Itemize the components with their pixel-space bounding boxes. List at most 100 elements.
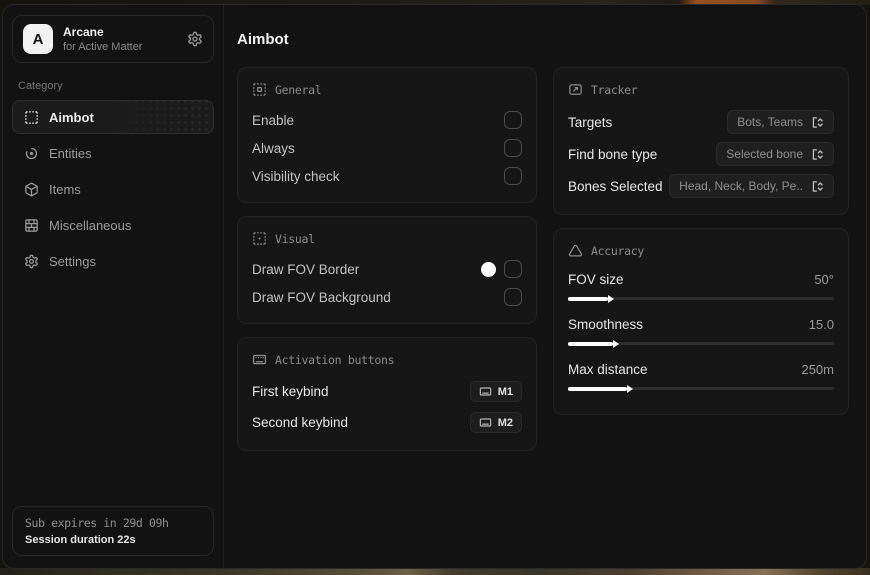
sidebar: A Arcane for Active Matter Category Aimb… — [3, 5, 224, 568]
visual-card: Visual Draw FOV Border Draw FOV Backgrou… — [237, 216, 537, 324]
dropdown-value: Bots, Teams — [737, 115, 803, 129]
sidebar-item-miscellaneous[interactable]: Miscellaneous — [12, 208, 214, 242]
setting-label: Draw FOV Background — [252, 289, 391, 305]
brand-card: A Arcane for Active Matter — [12, 15, 214, 63]
scan-eye-icon — [24, 146, 39, 161]
slider-header: FOV size 50° — [568, 267, 834, 291]
settings-gear-button[interactable] — [187, 31, 203, 47]
scan-icon — [252, 82, 267, 97]
sidebar-item-label: Aimbot — [49, 109, 94, 125]
setting-label: Smoothness — [568, 316, 644, 332]
sidebar-item-label: Items — [49, 181, 81, 197]
setting-label: Max distance — [568, 361, 648, 377]
slider-value: 250m — [801, 361, 834, 377]
app-name: Arcane — [63, 25, 104, 39]
sidebar-item-label: Miscellaneous — [49, 217, 132, 233]
session-duration-text: Session duration 22s — [25, 534, 136, 546]
draw-fov-border-checkbox[interactable] — [504, 260, 522, 278]
sidebar-item-items[interactable]: Items — [12, 172, 214, 206]
slider-value: 15.0 — [808, 316, 834, 332]
accuracy-card-header: Accuracy — [568, 239, 834, 267]
right-column: Tracker Targets Bots, Teams Find bone ty… — [553, 67, 849, 415]
page-title: Aimbot — [237, 31, 289, 48]
setting-row: Always — [252, 134, 522, 162]
main-content: Aimbot General Enable Always Visibility … — [224, 5, 866, 568]
cheat-menu-window: A Arcane for Active Matter Category Aimb… — [2, 4, 867, 569]
smoothness-slider[interactable] — [568, 339, 834, 348]
slider-header: Max distance 250m — [568, 357, 834, 381]
select-chevrons-icon — [811, 180, 824, 193]
triangle-icon — [568, 243, 583, 258]
game-background-bottom — [0, 568, 870, 575]
setting-label: Draw FOV Border — [252, 261, 360, 277]
setting-label: FOV size — [568, 271, 624, 287]
sidebar-item-aimbot[interactable]: Aimbot — [12, 100, 214, 134]
always-checkbox[interactable] — [504, 139, 522, 157]
gear-icon — [24, 254, 39, 269]
package-icon — [24, 182, 39, 197]
setting-label: Targets — [568, 114, 613, 130]
section-title: Tracker — [591, 82, 638, 97]
fov-size-group: FOV size 50° — [568, 267, 834, 303]
section-title: Visual — [275, 231, 315, 246]
setting-label: Always — [252, 140, 295, 156]
sidebar-item-label: Settings — [49, 253, 96, 269]
targets-dropdown[interactable]: Bots, Teams — [727, 110, 834, 134]
setting-row: Enable — [252, 106, 522, 134]
section-title: Accuracy — [591, 243, 644, 258]
keyboard-icon — [479, 416, 492, 429]
visibility-check-checkbox[interactable] — [504, 167, 522, 185]
slider-value: 50° — [814, 271, 834, 287]
left-column: General Enable Always Visibility check V… — [237, 67, 537, 451]
sidebar-item-label: Entities — [49, 145, 92, 161]
general-card-header: General — [252, 78, 522, 106]
activation-buttons-card: Activation buttons First keybind M1 Seco… — [237, 337, 537, 451]
keyboard-icon — [252, 352, 267, 367]
max-distance-slider[interactable] — [568, 384, 834, 393]
sidebar-nav: Aimbot Entities Items Miscellaneous Sett… — [12, 100, 214, 278]
smoothness-group: Smoothness 15.0 — [568, 312, 834, 348]
select-chevrons-icon — [811, 148, 824, 161]
setting-label: Find bone type — [568, 146, 658, 162]
visual-card-header: Visual — [252, 227, 522, 255]
slider-fill — [568, 386, 627, 391]
sub-expiry-text: Sub expires in 29d 09h — [25, 516, 169, 530]
sidebar-item-entities[interactable]: Entities — [12, 136, 214, 170]
dropdown-value: Head, Neck, Body, Pe.. — [679, 179, 803, 193]
second-keybind-button[interactable]: M2 — [469, 412, 522, 433]
category-label: Category — [18, 80, 63, 92]
keyboard-icon — [479, 385, 492, 398]
setting-label: Second keybind — [252, 415, 349, 430]
first-keybind-button[interactable]: M1 — [469, 381, 522, 402]
setting-controls — [481, 260, 522, 278]
slider-fill — [568, 341, 614, 346]
bones-selected-dropdown[interactable]: Head, Neck, Body, Pe.. — [669, 174, 834, 198]
setting-row: Find bone type Selected bone — [568, 138, 834, 170]
setting-label: Bones Selected — [568, 178, 663, 194]
box-select-icon — [24, 110, 39, 125]
draw-fov-background-checkbox[interactable] — [504, 288, 522, 306]
brand-text: Arcane for Active Matter — [63, 25, 142, 53]
setting-label: First keybind — [252, 384, 329, 399]
gear-icon — [187, 31, 203, 47]
brick-wall-icon — [24, 218, 39, 233]
fov-border-color-swatch[interactable] — [481, 261, 496, 277]
slider-header: Smoothness 15.0 — [568, 312, 834, 336]
subscription-info-card: Sub expires in 29d 09h Session duration … — [12, 506, 214, 556]
setting-row: Targets Bots, Teams — [568, 106, 834, 138]
keybind-value: M1 — [497, 385, 513, 398]
fov-size-slider[interactable] — [568, 294, 834, 303]
enable-checkbox[interactable] — [504, 111, 522, 129]
setting-row: Draw FOV Border — [252, 255, 522, 283]
tracker-icon — [568, 82, 583, 97]
accuracy-card: Accuracy FOV size 50° Smoothness 15.0 Ma… — [553, 228, 849, 415]
app-tagline: for Active Matter — [63, 41, 143, 53]
setting-label: Visibility check — [252, 168, 340, 184]
find-bone-type-dropdown[interactable]: Selected bone — [716, 142, 834, 166]
setting-row: Bones Selected Head, Neck, Body, Pe.. — [568, 170, 834, 202]
activation-card-header: Activation buttons — [252, 348, 522, 376]
section-title: Activation buttons — [275, 352, 395, 367]
slider-fill — [568, 296, 608, 301]
sidebar-item-settings[interactable]: Settings — [12, 244, 214, 278]
dropdown-value: Selected bone — [726, 147, 803, 161]
